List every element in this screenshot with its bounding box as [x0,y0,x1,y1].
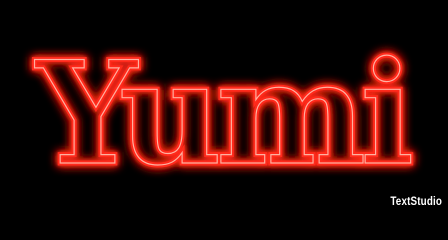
neon-text-graphic: Yumi Yumi [31,29,420,200]
watermark-logo: TextStudio [390,194,442,208]
artwork-canvas: Yumi Yumi TextStudio [0,0,448,213]
neon-text-inner-line: Yumi [34,31,412,197]
